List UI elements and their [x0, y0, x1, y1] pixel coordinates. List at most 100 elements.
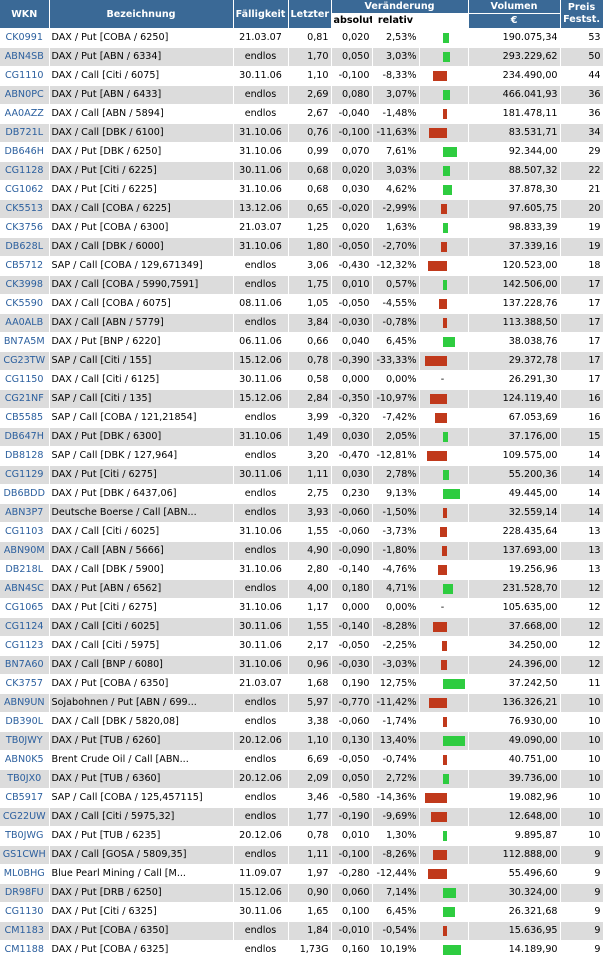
table-row[interactable]: CK0991 DAX / Put [COBA / 6250] 21.03.07 0,8… — [0, 28, 603, 48]
table-row[interactable]: AA0ALB DAX / Call [ABN / 5779] endlos 3,84-… — [0, 313, 603, 333]
wkn-link[interactable]: DB647H — [0, 427, 50, 447]
table-row[interactable]: CG1130 DAX / Put [Citi / 6325] 30.11.06 1,6… — [0, 902, 603, 922]
wkn-link[interactable]: ABN0PC — [0, 85, 50, 105]
wkn-link[interactable]: CK5513 — [0, 199, 50, 219]
wkn-link[interactable]: CG1128 — [0, 161, 50, 181]
table-row[interactable]: CK5590 DAX / Call [COBA / 6075] 08.11.06 1,… — [0, 294, 603, 314]
wkn-link[interactable]: CB5585 — [0, 408, 50, 428]
table-row[interactable]: CK5513 DAX / Call [COBA / 6225] 13.12.06 0,… — [0, 199, 603, 219]
table-row[interactable]: ABN4SC DAX / Put [ABN / 6562] endlos 4,00 0,… — [0, 579, 603, 599]
table-row[interactable]: ML0BHG Blue Pearl Mining / Call [M... 11.0… — [0, 864, 603, 884]
wkn-link[interactable]: CG1124 — [0, 617, 50, 637]
wkn-link[interactable]: CK3757 — [0, 674, 50, 694]
wkn-link[interactable]: ABN4SC — [0, 579, 50, 599]
wkn-link[interactable]: ABN90M — [0, 541, 50, 561]
wkn-link[interactable]: DB646H — [0, 142, 50, 162]
table-row[interactable]: DB390L DAX / Call [DBK / 5820,08] endlos 3,… — [0, 712, 603, 732]
col-relativ-header[interactable]: relativ — [371, 13, 420, 29]
col-bezeichnung-header[interactable]: Bezeichnung — [49, 0, 234, 29]
table-row[interactable]: CG1124 DAX / Call [Citi / 6025] 30.11.06 1,… — [0, 617, 603, 637]
table-row[interactable]: BN7A5M DAX / Put [BNP / 6220] 06.11.06 0,66… — [0, 332, 603, 352]
wkn-link[interactable]: TB0JWY — [0, 731, 50, 751]
table-row[interactable]: DB6BDD DAX / Put [DBK / 6437,06] endlos 2,7… — [0, 484, 603, 504]
table-row[interactable]: ABN9UN Sojabohnen / Put [ABN / 699... endl… — [0, 693, 603, 713]
table-row[interactable]: CB5585 SAP / Call [COBA / 121,21854] endlo… — [0, 408, 603, 428]
wkn-link[interactable]: CM1183 — [0, 921, 50, 941]
table-row[interactable]: DB647H DAX / Put [DBK / 6300] 31.10.06 1,49… — [0, 427, 603, 447]
table-row[interactable]: GS1CWH DAX / Call [GOSA / 5809,35] endlos 1… — [0, 845, 603, 865]
table-row[interactable]: CG22UW DAX / Call [Citi / 5975,32] endlos 1… — [0, 807, 603, 827]
wkn-link[interactable]: ABN4SB — [0, 47, 50, 67]
table-row[interactable]: TB0JWG DAX / Put [TUB / 6235] 20.12.06 0,78… — [0, 826, 603, 846]
wkn-link[interactable]: ABN9UN — [0, 693, 50, 713]
table-row[interactable]: DR98FU DAX / Put [DRB / 6250] 15.12.06 0,90… — [0, 883, 603, 903]
table-row[interactable]: CK3998 DAX / Call [COBA / 5990,7591] endlo… — [0, 275, 603, 295]
table-row[interactable]: DB628L DAX / Call [DBK / 6000] 31.10.06 1,8… — [0, 237, 603, 257]
wkn-link[interactable]: CK3756 — [0, 218, 50, 238]
table-row[interactable]: CK3756 DAX / Put [COBA / 6300] 21.03.07 1,2… — [0, 218, 603, 238]
wkn-link[interactable]: CG21NF — [0, 389, 50, 409]
table-row[interactable]: CG1110 DAX / Call [Citi / 6075] 30.11.06 1,… — [0, 66, 603, 86]
table-row[interactable]: CB5917 SAP / Call [COBA / 125,457115] endl… — [0, 788, 603, 808]
wkn-link[interactable]: DB721L — [0, 123, 50, 143]
wkn-link[interactable]: AA0ALB — [0, 313, 50, 333]
table-row[interactable]: CG1150 DAX / Call [Citi / 6125] 30.11.06 0,… — [0, 370, 603, 390]
table-row[interactable]: CG1065 DAX / Put [Citi / 6275] 31.10.06 1,1… — [0, 598, 603, 618]
wkn-link[interactable]: CG1129 — [0, 465, 50, 485]
table-row[interactable]: AA0AZZ DAX / Call [ABN / 5894] endlos 2,67-… — [0, 104, 603, 124]
wkn-link[interactable]: ML0BHG — [0, 864, 50, 884]
wkn-link[interactable]: CG1062 — [0, 180, 50, 200]
table-row[interactable]: ABN90M DAX / Call [ABN / 5666] endlos 4,90-… — [0, 541, 603, 561]
table-row[interactable]: CG1129 DAX / Put [Citi / 6275] 30.11.06 1,1… — [0, 465, 603, 485]
wkn-link[interactable]: DB628L — [0, 237, 50, 257]
wkn-link[interactable]: CB5917 — [0, 788, 50, 808]
table-row[interactable]: BN7A60 DAX / Call [BNP / 6080] 31.10.06 0,9… — [0, 655, 603, 675]
table-row[interactable]: CK3757 DAX / Put [COBA / 6350] 21.03.07 1,6… — [0, 674, 603, 694]
table-row[interactable]: ABN0K5 Brent Crude Oil / Call [ABN... endl… — [0, 750, 603, 770]
wkn-link[interactable]: CK0991 — [0, 28, 50, 48]
table-row[interactable]: CG1062 DAX / Put [Citi / 6225] 31.10.06 0,6… — [0, 180, 603, 200]
col-volumen-header[interactable]: Volumen — [468, 0, 561, 14]
wkn-link[interactable]: DB8128 — [0, 446, 50, 466]
wkn-link[interactable]: AA0AZZ — [0, 104, 50, 124]
wkn-link[interactable]: GS1CWH — [0, 845, 50, 865]
table-row[interactable]: DB8128 SAP / Call [DBK / 127,964] endlos 3,… — [0, 446, 603, 466]
table-row[interactable]: TB0JX0 DAX / Put [TUB / 6360] 20.12.06 2,09… — [0, 769, 603, 789]
table-row[interactable]: TB0JWY DAX / Put [TUB / 6260] 20.12.06 1,10… — [0, 731, 603, 751]
wkn-link[interactable]: TB0JX0 — [0, 769, 50, 789]
wkn-link[interactable]: ABN3P7 — [0, 503, 50, 523]
wkn-link[interactable]: DB6BDD — [0, 484, 50, 504]
table-row[interactable]: DB721L DAX / Call [DBK / 6100] 31.10.06 0,7… — [0, 123, 603, 143]
table-row[interactable]: DB218L DAX / Call [DBK / 5900] 31.10.06 2,8… — [0, 560, 603, 580]
wkn-link[interactable]: CG1123 — [0, 636, 50, 656]
table-row[interactable]: CM1183 DAX / Put [COBA / 6350] endlos 1,84-… — [0, 921, 603, 941]
col-wkn-header[interactable]: WKN — [0, 0, 50, 29]
wkn-link[interactable]: CG1065 — [0, 598, 50, 618]
table-row[interactable]: CG1103 DAX / Call [Citi / 6025] 31.10.06 1,… — [0, 522, 603, 542]
wkn-link[interactable]: DR98FU — [0, 883, 50, 903]
table-row[interactable]: CG21NF SAP / Call [Citi / 135] 15.12.06 2,8… — [0, 389, 603, 409]
table-row[interactable]: ABN4SB DAX / Put [ABN / 6334] endlos 1,70 0,… — [0, 47, 603, 67]
wkn-link[interactable]: DB390L — [0, 712, 50, 732]
col-letzter-header[interactable]: Letzter — [288, 0, 332, 29]
wkn-link[interactable]: DB218L — [0, 560, 50, 580]
table-row[interactable]: CM1188 DAX / Put [COBA / 6325] endlos 1,73G… — [0, 940, 603, 960]
col-faelligkeit-header[interactable]: Fälligkeit — [233, 0, 289, 29]
table-row[interactable]: CB5712 SAP / Call [COBA / 129,671349] endl… — [0, 256, 603, 276]
col-preis-festst-header[interactable]: Preis Festst. — [560, 0, 603, 29]
table-row[interactable]: CG1123 DAX / Call [Citi / 5975] 30.11.06 2,… — [0, 636, 603, 656]
wkn-link[interactable]: BN7A60 — [0, 655, 50, 675]
wkn-link[interactable]: CG1150 — [0, 370, 50, 390]
table-row[interactable]: CG1128 DAX / Put [Citi / 6225] 30.11.06 0,6… — [0, 161, 603, 181]
wkn-link[interactable]: CG1130 — [0, 902, 50, 922]
wkn-link[interactable]: CK5590 — [0, 294, 50, 314]
wkn-link[interactable]: CK3998 — [0, 275, 50, 295]
table-row[interactable]: ABN0PC DAX / Put [ABN / 6433] endlos 2,69 0,… — [0, 85, 603, 105]
wkn-link[interactable]: CG22UW — [0, 807, 50, 827]
col-absolut-header[interactable]: absolut — [330, 13, 373, 29]
wkn-link[interactable]: CB5712 — [0, 256, 50, 276]
wkn-link[interactable]: TB0JWG — [0, 826, 50, 846]
wkn-link[interactable]: CG1103 — [0, 522, 50, 542]
wkn-link[interactable]: BN7A5M — [0, 332, 50, 352]
table-row[interactable]: DB646H DAX / Put [DBK / 6250] 31.10.06 0,99… — [0, 142, 603, 162]
